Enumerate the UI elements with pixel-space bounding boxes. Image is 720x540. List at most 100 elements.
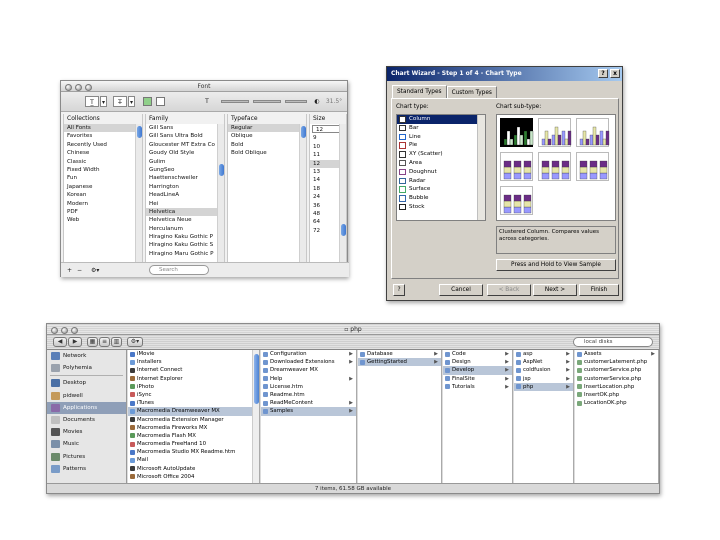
font-list-item[interactable]: Haettenschweiler bbox=[146, 174, 224, 182]
file-list-item[interactable]: iMovie bbox=[128, 350, 259, 358]
help-icon[interactable]: ? bbox=[598, 69, 608, 78]
finder-column-develop[interactable]: asp ▶ AspNet ▶ coldfusion ▶ jsp ▶ php ▶ bbox=[514, 350, 574, 485]
gear-icon[interactable]: ⚙▾ bbox=[91, 266, 105, 275]
file-list-item[interactable]: License.htm bbox=[261, 383, 356, 391]
remove-collection-button[interactable]: − bbox=[77, 266, 85, 275]
file-list-item[interactable]: Downloaded Extensions ▶ bbox=[261, 358, 356, 366]
font-list-item[interactable]: Helvetica bbox=[146, 207, 224, 217]
scrollbar[interactable] bbox=[477, 115, 485, 220]
font-list-item[interactable]: Chinese bbox=[64, 149, 142, 157]
font-list-item[interactable]: HeadLineA bbox=[146, 191, 224, 199]
file-list-item[interactable]: Develop ▶ bbox=[443, 366, 512, 375]
chart-type-item[interactable]: Line bbox=[397, 133, 485, 142]
file-list-item[interactable]: Macromedia Extension Manager▶ bbox=[128, 416, 259, 424]
chart-subtype-thumbnail[interactable] bbox=[576, 152, 609, 181]
file-list-item[interactable]: Macromedia FreeHand 10▶ bbox=[128, 440, 259, 448]
file-list-item[interactable]: Readme.htm bbox=[261, 391, 356, 399]
chart-type-item[interactable]: Surface bbox=[397, 185, 485, 194]
file-list-item[interactable]: Internet Explorer bbox=[128, 375, 259, 383]
font-list-item[interactable]: Bold Oblique bbox=[228, 149, 306, 157]
size-column[interactable]: Size 12 9 10 11 12 13 14 18 24 36 48 64 72 bbox=[309, 114, 347, 262]
chart-type-item[interactable]: Bubble bbox=[397, 194, 485, 203]
gear-icon[interactable]: ⚙▾ bbox=[127, 337, 143, 347]
finder-column-applications[interactable]: iMovieInstallers▶Internet ConnectInterne… bbox=[128, 350, 260, 485]
strikethrough-style-button[interactable]: T̶ bbox=[113, 96, 127, 107]
file-list-item[interactable]: Mail bbox=[128, 456, 259, 464]
document-color-swatch[interactable] bbox=[156, 97, 165, 106]
sidebar-item[interactable]: Documents bbox=[47, 414, 126, 426]
add-collection-button[interactable]: + bbox=[67, 266, 75, 275]
shadow-offset-slider[interactable] bbox=[285, 100, 307, 103]
font-list-item[interactable]: Fixed Width bbox=[64, 166, 142, 174]
font-list-item[interactable]: Fun bbox=[64, 174, 142, 182]
font-list-item[interactable]: Web bbox=[64, 216, 142, 224]
strikethrough-dropdown-icon[interactable]: ▾ bbox=[128, 96, 135, 107]
font-search-field[interactable]: Search bbox=[149, 265, 209, 275]
sidebar-item[interactable]: Network bbox=[47, 350, 126, 362]
font-list-item[interactable]: PDF bbox=[64, 208, 142, 216]
forward-arrow-icon[interactable]: ▶ bbox=[68, 337, 82, 347]
scroll-thumb[interactable] bbox=[219, 164, 224, 176]
shadow-opacity-slider[interactable] bbox=[221, 100, 249, 103]
shadow-blur-slider[interactable] bbox=[253, 100, 281, 103]
font-list-item[interactable]: Oblique bbox=[228, 132, 306, 140]
list-view-icon[interactable]: ≡ bbox=[99, 337, 110, 347]
sidebar-item[interactable]: Applications bbox=[47, 401, 126, 414]
file-list-item[interactable]: Database ▶ bbox=[358, 350, 441, 358]
font-list-item[interactable]: Classic bbox=[64, 158, 142, 166]
file-list-item[interactable]: Microsoft AutoUpdate bbox=[128, 465, 259, 473]
chart-type-item[interactable]: Stock bbox=[397, 203, 485, 212]
scroll-thumb[interactable] bbox=[254, 354, 259, 404]
font-list-item[interactable]: Hiragino Kaku Gothic S bbox=[146, 241, 224, 249]
file-list-item[interactable]: php ▶ bbox=[514, 382, 573, 391]
file-list-item[interactable]: Macromedia Fireworks MX▶ bbox=[128, 424, 259, 432]
finder-column-dreamweaver[interactable]: Configuration ▶ Downloaded Extensions ▶ Drea… bbox=[261, 350, 357, 485]
file-list-item[interactable]: Assets ▶ bbox=[575, 350, 658, 358]
shadow-angle-icon[interactable]: ◐ bbox=[313, 96, 321, 107]
file-list-item[interactable]: iTunes bbox=[128, 399, 259, 407]
font-list-item[interactable]: Gloucester MT Extra Co bbox=[146, 141, 224, 149]
font-list-item[interactable]: Japanese bbox=[64, 183, 142, 191]
font-list-item[interactable]: Hiragino Kaku Gothic P bbox=[146, 233, 224, 241]
file-list-item[interactable]: iPhoto bbox=[128, 383, 259, 391]
file-list-item[interactable]: Design ▶ bbox=[443, 358, 512, 366]
file-list-item[interactable]: Macromedia Flash MX▶ bbox=[128, 432, 259, 440]
scroll-thumb[interactable] bbox=[301, 126, 306, 138]
font-list-item[interactable]: Gill Sans bbox=[146, 124, 224, 132]
chart-type-item[interactable]: Pie bbox=[397, 141, 485, 150]
font-list-item[interactable]: GungSeo bbox=[146, 166, 224, 174]
file-list-item[interactable]: Code ▶ bbox=[443, 350, 512, 358]
file-list-item[interactable]: GettingStarted ▶ bbox=[358, 358, 441, 367]
font-list-item[interactable]: Hei bbox=[146, 200, 224, 208]
file-list-item[interactable]: Macromedia Dreamweaver MX▶ bbox=[128, 407, 259, 416]
underline-style-button[interactable]: T̲ bbox=[85, 96, 99, 107]
chart-subtype-thumbnail[interactable] bbox=[500, 186, 533, 215]
text-shadow-icon[interactable]: T bbox=[201, 96, 213, 107]
sidebar-item[interactable]: Patterns bbox=[47, 463, 126, 475]
chart-type-item[interactable]: Column bbox=[397, 115, 485, 124]
text-color-swatch[interactable] bbox=[143, 97, 152, 106]
file-list-item[interactable]: ReadMeContent ▶ bbox=[261, 399, 356, 407]
sidebar-item[interactable]: Music bbox=[47, 438, 126, 450]
chart-type-item[interactable]: Bar bbox=[397, 124, 485, 133]
icon-view-icon[interactable]: ▦ bbox=[87, 337, 98, 347]
collections-column[interactable]: Collections All Fonts Favorites Recently Us… bbox=[63, 114, 143, 262]
scrollbar[interactable] bbox=[135, 124, 142, 262]
file-list-item[interactable]: Macromedia Studio MX Readme.htm bbox=[128, 448, 259, 456]
scrollbar[interactable] bbox=[299, 124, 306, 262]
font-list-item[interactable]: Hiragino Maru Gothic P bbox=[146, 250, 224, 258]
scroll-thumb[interactable] bbox=[137, 126, 142, 138]
sidebar-item[interactable]: pidwell bbox=[47, 390, 126, 402]
font-list-item[interactable]: Recently Used bbox=[64, 141, 142, 149]
next-button[interactable]: Next > bbox=[533, 284, 577, 296]
file-list-item[interactable]: AspNet ▶ bbox=[514, 358, 573, 366]
scroll-thumb[interactable] bbox=[341, 224, 346, 236]
font-list-item[interactable]: Bold bbox=[228, 141, 306, 149]
font-list-item[interactable]: Gulim bbox=[146, 158, 224, 166]
back-button[interactable]: < Back bbox=[487, 284, 531, 296]
close-icon[interactable]: x bbox=[610, 69, 620, 78]
tab-custom-types[interactable]: Custom Types bbox=[446, 86, 497, 98]
tab-standard-types[interactable]: Standard Types bbox=[392, 85, 447, 98]
finder-search-field[interactable]: local disks bbox=[573, 337, 653, 347]
font-list-item[interactable]: Modern bbox=[64, 200, 142, 208]
